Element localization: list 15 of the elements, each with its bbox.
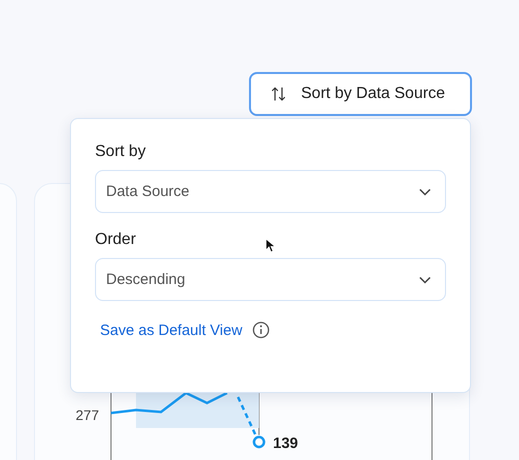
field-label: Order (95, 231, 136, 249)
select-field[interactable]: Data Source (95, 170, 446, 213)
field-label: Sort by (95, 143, 146, 161)
cursor-icon (265, 238, 275, 253)
select-field[interactable]: Descending (95, 258, 446, 301)
save-default-link[interactable]: Save as Default View (100, 322, 242, 338)
point-label: 139 (273, 435, 298, 452)
chevron-icon (419, 188, 431, 196)
sort-button[interactable]: Sort by Data Source (249, 72, 472, 116)
sort-icon (271, 85, 287, 103)
chevron-icon (419, 276, 431, 284)
data-point (252, 436, 266, 448)
info-icon[interactable] (252, 321, 270, 339)
axis-label: 277 (76, 407, 99, 423)
dashed-line (236, 396, 258, 437)
